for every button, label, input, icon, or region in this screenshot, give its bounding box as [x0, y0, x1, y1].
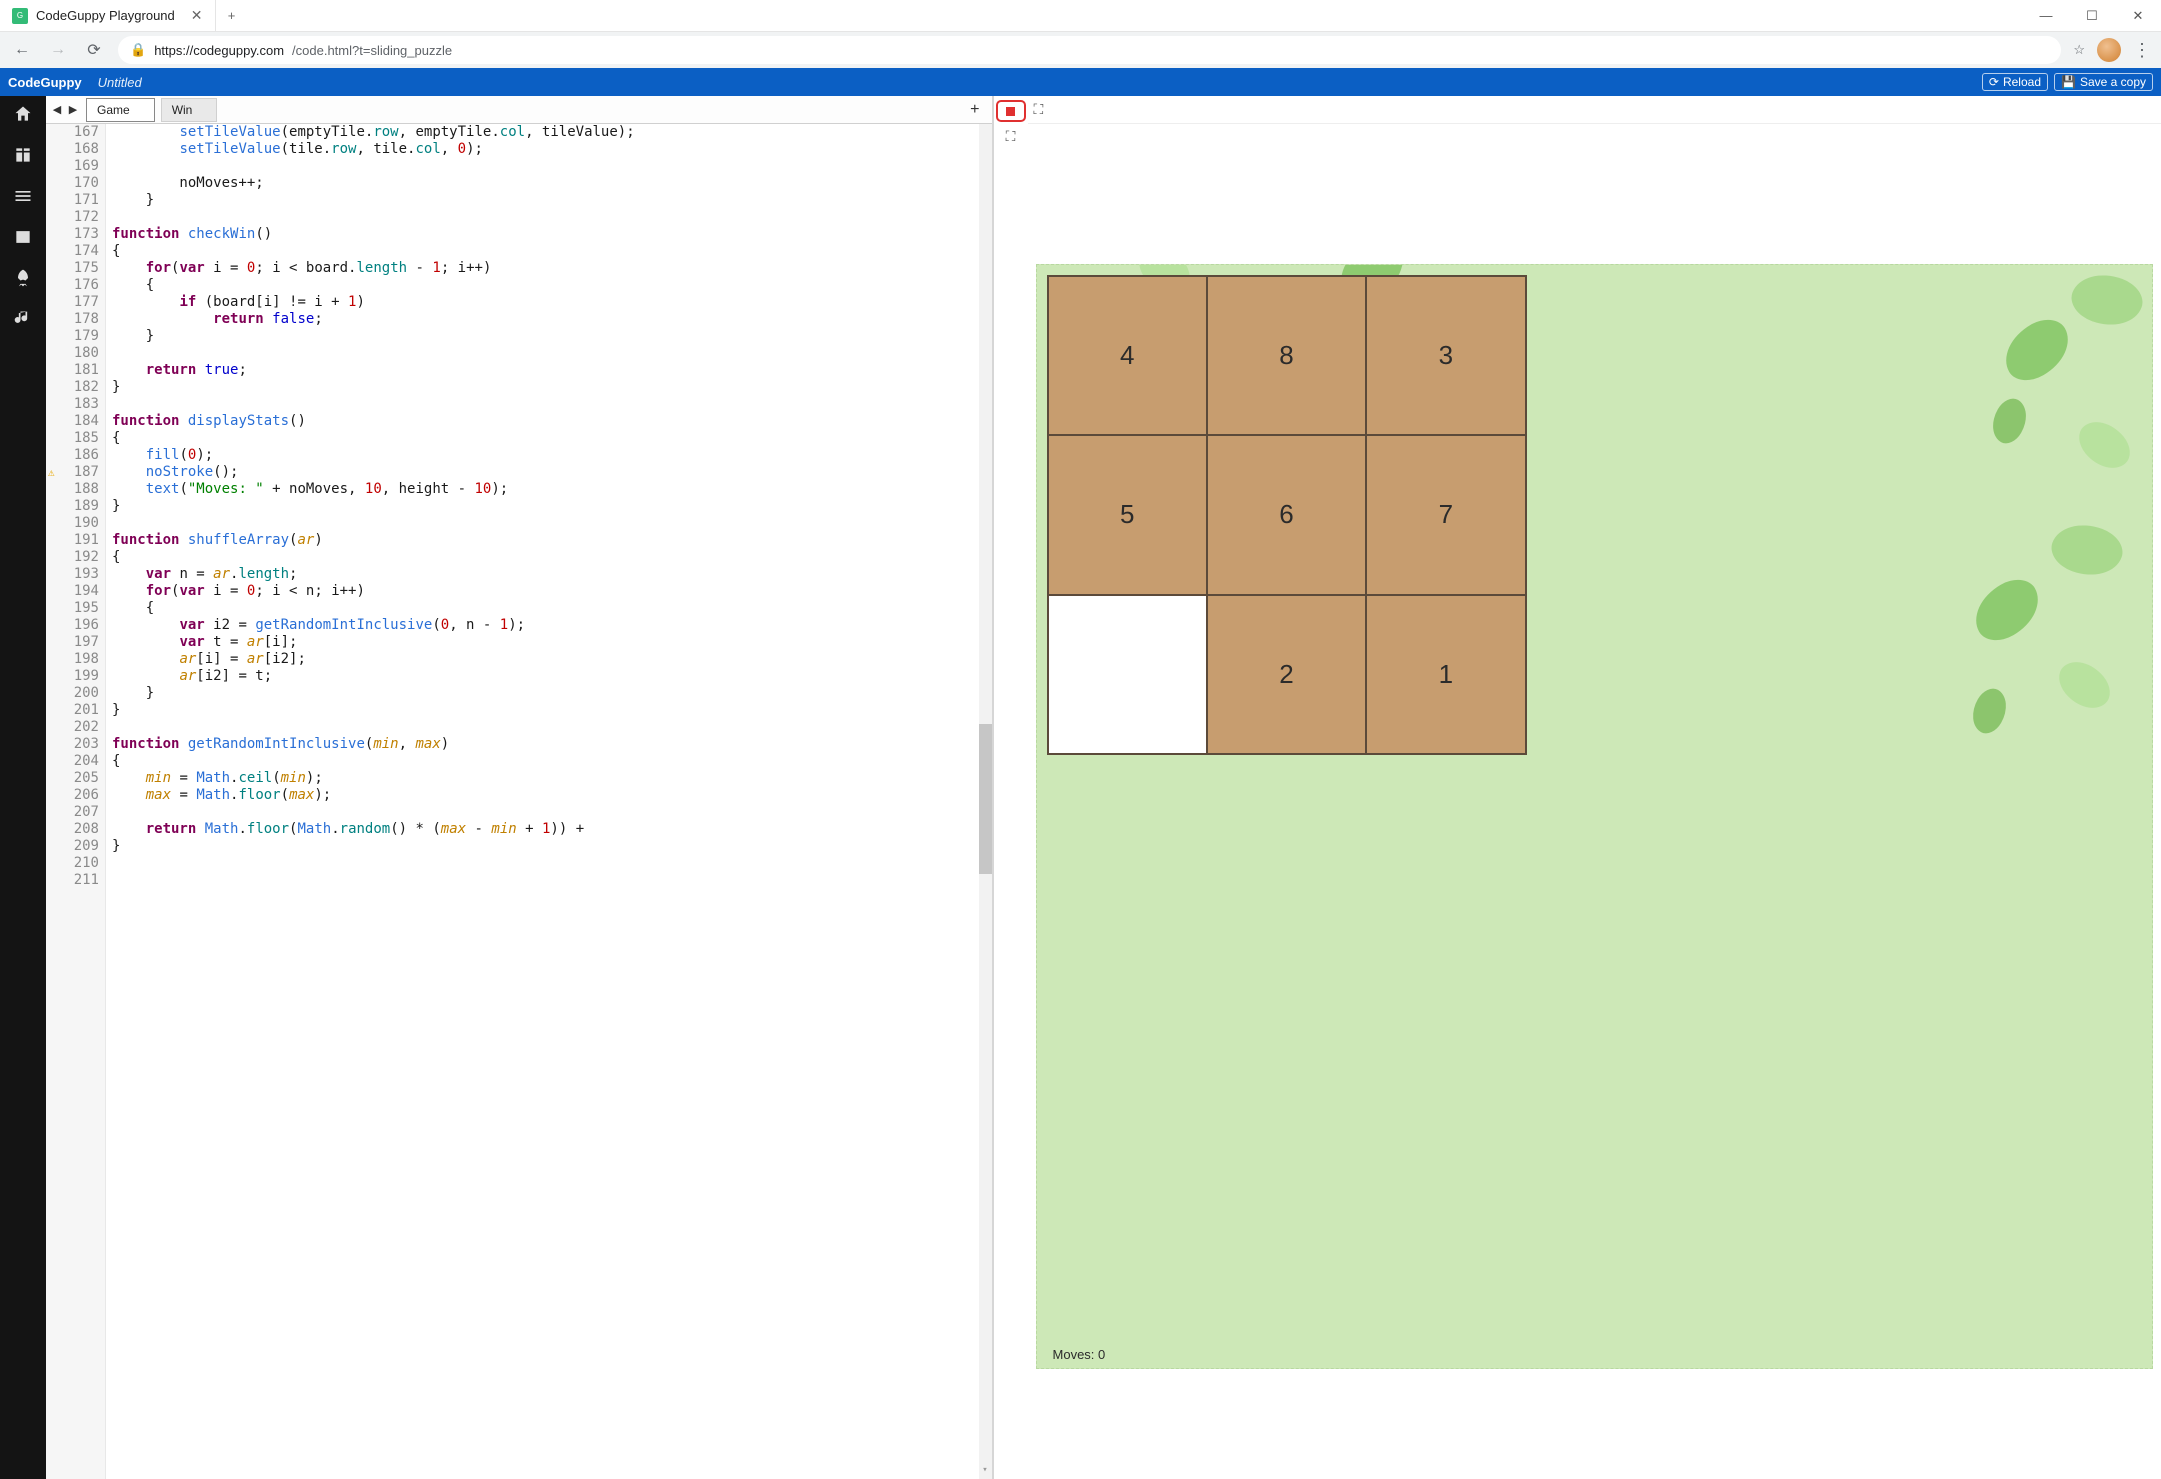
puzzle-tile[interactable]: 5	[1049, 436, 1206, 593]
lock-icon: 🔒	[130, 42, 146, 58]
leaf-deco	[2052, 651, 2118, 719]
leaf-deco	[1964, 571, 2050, 649]
sprites-icon[interactable]	[13, 227, 33, 250]
scroll-down-icon[interactable]: ▾	[979, 1462, 992, 1479]
music-icon[interactable]	[13, 309, 33, 332]
leaf-deco	[2046, 515, 2129, 586]
forward-button[interactable]: →	[46, 41, 70, 59]
expand-editor-icon[interactable]: ⛶	[1006, 128, 1016, 145]
leaf-deco	[2066, 265, 2149, 336]
editor-toolbar: ◀ ▶ Game Win +	[46, 96, 992, 124]
next-scene-button[interactable]: ▶	[66, 103, 80, 116]
browser-titlebar: G CodeGuppy Playground ✕ + — ☐ ✕	[0, 0, 2161, 32]
leaf-deco	[2072, 411, 2138, 479]
leaf-deco	[1994, 311, 2080, 389]
profile-avatar[interactable]	[2097, 38, 2121, 62]
tutorials-icon[interactable]	[13, 145, 33, 168]
browser-toolbar: ← → ⟳ 🔒 https://codeguppy.com/code.html?…	[0, 32, 2161, 68]
game-canvas[interactable]: 483 56721 Moves: 0	[1036, 264, 2153, 1369]
window-controls: — ☐ ✕	[2023, 0, 2161, 31]
editor-panel: ◀ ▶ Game Win + 1671681691701711721731741…	[46, 96, 994, 1479]
save-copy-button[interactable]: 💾 Save a copy	[2054, 73, 2153, 91]
window-maximize[interactable]: ☐	[2069, 0, 2115, 31]
side-rail	[0, 96, 46, 1479]
puzzle-tile[interactable]: 1	[1367, 596, 1524, 753]
leaf-deco	[1984, 394, 2034, 449]
app-brand[interactable]: CodeGuppy	[8, 75, 82, 90]
window-minimize[interactable]: —	[2023, 0, 2069, 31]
output-toolbar: ⛶	[1028, 96, 2161, 124]
puzzle-tile[interactable]: 4	[1049, 277, 1206, 434]
puzzle-tile[interactable]	[1049, 596, 1206, 753]
favicon: G	[12, 8, 28, 24]
scene-tab-game[interactable]: Game	[86, 98, 155, 122]
rocket-icon[interactable]	[13, 268, 33, 291]
tab-title: CodeGuppy Playground	[36, 8, 175, 23]
puzzle-tile[interactable]: 6	[1208, 436, 1365, 593]
address-bar[interactable]: 🔒 https://codeguppy.com/code.html?t=slid…	[118, 36, 2061, 64]
puzzle-board: 483 56721	[1047, 275, 1527, 755]
expand-output-icon[interactable]: ⛶	[1034, 101, 1044, 118]
doc-title: Untitled	[98, 75, 142, 90]
run-controls: ⛶	[994, 96, 1028, 1479]
output-panel: ⛶ 483 56721 Moves: 0	[1028, 96, 2161, 1479]
puzzle-tile[interactable]: 2	[1208, 596, 1365, 753]
code-editor[interactable]: 1671681691701711721731741751761771781791…	[46, 124, 992, 1479]
new-tab-button[interactable]: +	[216, 0, 248, 31]
reload-icon: ⟳	[1989, 75, 1999, 89]
add-scene-button[interactable]: +	[962, 101, 987, 119]
app-header: CodeGuppy Untitled ⟳ Reload 💾 Save a cop…	[0, 68, 2161, 96]
browser-tab[interactable]: G CodeGuppy Playground ✕	[0, 0, 216, 31]
puzzle-tile[interactable]: 3	[1367, 277, 1524, 434]
browser-menu-icon[interactable]: ⋮	[2133, 40, 2151, 61]
moves-label: Moves: 0	[1053, 1347, 1106, 1362]
url-host: https://codeguppy.com	[154, 43, 284, 58]
reload-button[interactable]: ⟳	[82, 40, 106, 60]
canvas-wrap: 483 56721 Moves: 0	[1028, 124, 2161, 1479]
save-icon: 💾	[2061, 75, 2076, 89]
workspace: ◀ ▶ Game Win + 1671681691701711721731741…	[0, 96, 2161, 1479]
stop-icon	[1006, 107, 1015, 116]
scroll-thumb[interactable]	[979, 724, 992, 874]
window-close[interactable]: ✕	[2115, 0, 2161, 31]
tab-close-icon[interactable]: ✕	[191, 7, 203, 24]
scene-tab-win[interactable]: Win	[161, 98, 218, 122]
back-button[interactable]: ←	[10, 41, 34, 59]
puzzle-tile[interactable]: 7	[1367, 436, 1524, 593]
leaf-deco	[1964, 684, 2014, 739]
reload-app-button[interactable]: ⟳ Reload	[1982, 73, 2048, 91]
url-path: /code.html?t=sliding_puzzle	[292, 43, 452, 58]
home-icon[interactable]	[13, 104, 33, 127]
main-split: ◀ ▶ Game Win + 1671681691701711721731741…	[46, 96, 2161, 1479]
prev-scene-button[interactable]: ◀	[50, 103, 64, 116]
stop-button[interactable]	[996, 100, 1026, 122]
bookmark-icon[interactable]: ☆	[2073, 42, 2085, 58]
menu-icon[interactable]	[13, 186, 33, 209]
puzzle-tile[interactable]: 8	[1208, 277, 1365, 434]
